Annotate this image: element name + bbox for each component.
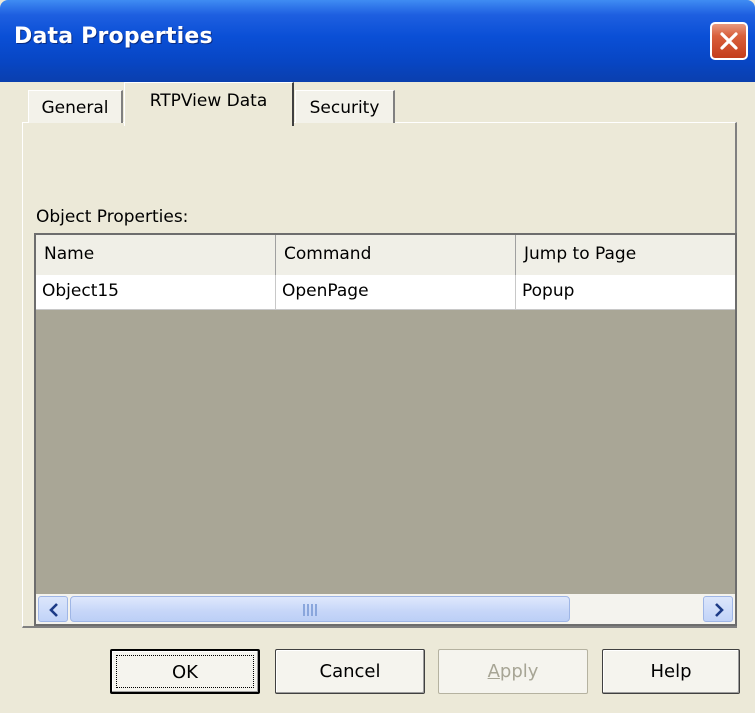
scroll-right-button[interactable] xyxy=(703,596,733,622)
ok-button[interactable]: OK xyxy=(110,649,260,694)
help-button-label: Help xyxy=(650,661,692,682)
apply-button-label: pply xyxy=(499,661,539,682)
column-header-command[interactable]: Command xyxy=(276,235,516,275)
close-button[interactable] xyxy=(710,22,748,60)
grid-header: Name Command Jump to Page xyxy=(36,235,735,276)
cell-name[interactable]: Object15 xyxy=(36,275,276,309)
column-header-name[interactable]: Name xyxy=(36,235,276,275)
horizontal-scrollbar[interactable] xyxy=(36,594,735,624)
ok-button-label: OK xyxy=(172,662,198,683)
help-button[interactable]: Help xyxy=(602,649,740,694)
tab-general-label: General xyxy=(41,98,109,118)
title-bar[interactable]: Data Properties xyxy=(0,0,755,82)
object-properties-label: Object Properties: xyxy=(36,207,189,227)
cell-jump-to-page[interactable]: Popup xyxy=(516,275,735,309)
tab-rtpview-data-label: RTPView Data xyxy=(149,91,268,111)
tab-general[interactable]: General xyxy=(28,90,123,123)
cancel-button[interactable]: Cancel xyxy=(275,649,425,694)
table-row[interactable]: Object15 OpenPage Popup xyxy=(36,275,735,310)
cell-command[interactable]: OpenPage xyxy=(276,275,516,309)
dialog-window: Data Properties General RTPView Data Sec… xyxy=(0,0,755,713)
scroll-right-arrow-icon xyxy=(715,603,724,617)
apply-accelerator: A xyxy=(487,661,500,682)
window-title: Data Properties xyxy=(14,24,213,49)
scroll-left-arrow-icon xyxy=(49,603,58,617)
close-icon xyxy=(720,32,738,50)
apply-button[interactable]: Apply xyxy=(438,649,588,694)
object-properties-grid[interactable]: Name Command Jump to Page Object15 OpenP… xyxy=(34,233,737,626)
scrollbar-thumb[interactable] xyxy=(70,596,570,622)
column-header-jump-to-page[interactable]: Jump to Page xyxy=(516,235,735,275)
tab-security-label: Security xyxy=(309,98,380,118)
grip-icon xyxy=(303,604,319,616)
tab-rtpview-data[interactable]: RTPView Data xyxy=(124,82,294,126)
cancel-button-label: Cancel xyxy=(319,661,381,682)
scroll-left-button[interactable] xyxy=(38,596,68,622)
tab-security[interactable]: Security xyxy=(295,90,395,123)
